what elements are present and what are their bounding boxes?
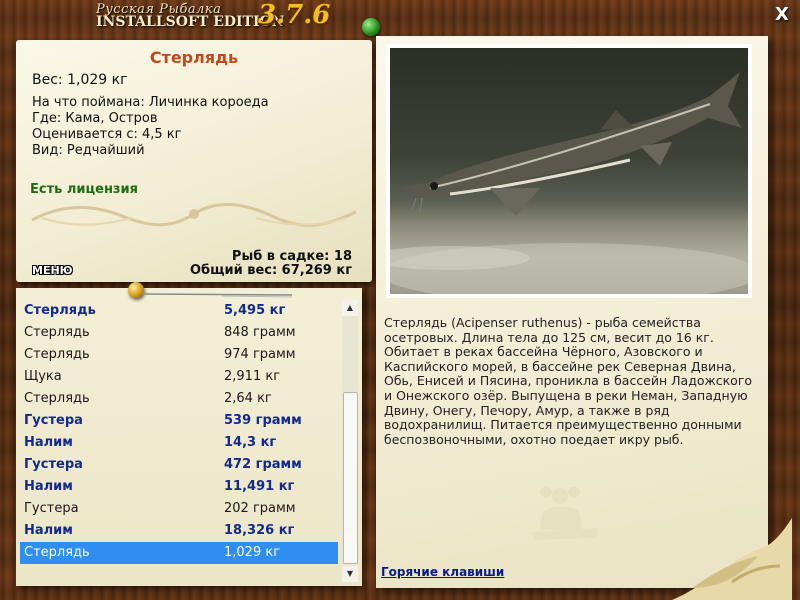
version-label: 3.7.6 bbox=[258, 0, 331, 30]
list-scrollbar[interactable]: ▲ ▼ bbox=[342, 300, 358, 582]
license-status: Есть лицензия bbox=[30, 182, 138, 197]
catch-row-name: Налим bbox=[24, 435, 73, 450]
catch-row-name: Стерлядь bbox=[24, 303, 96, 318]
hotkeys-link[interactable]: Горячие клавиши bbox=[381, 565, 504, 579]
catch-list-row[interactable]: Щука 2,911 кг bbox=[20, 366, 338, 388]
catch-list: Стерлядь 5,495 кг Стерлядь 848 грамм Стерляд… bbox=[20, 300, 338, 564]
close-button[interactable]: X bbox=[772, 5, 792, 25]
catch-row-weight: 848 грамм bbox=[224, 325, 296, 340]
catch-list-row[interactable]: Густера 539 грамм bbox=[20, 410, 338, 432]
scroll-down-arrow-icon[interactable]: ▼ bbox=[342, 566, 358, 582]
fish-details: На что поймана: Личинка короеда Где: Кам… bbox=[32, 95, 269, 159]
catch-row-name: Густера bbox=[24, 501, 79, 516]
fish-bait: На что поймана: Личинка короеда bbox=[32, 95, 269, 110]
catch-list-row[interactable]: Густера 472 грамм bbox=[20, 454, 338, 476]
page-curl-ornament bbox=[672, 518, 792, 600]
catch-row-weight: 974 грамм bbox=[224, 347, 296, 362]
ornament-divider bbox=[31, 203, 357, 227]
catch-row-name: Густера bbox=[24, 457, 83, 472]
game-title: Русская Рыбалка INSTALLSOFT EDITION bbox=[96, 2, 285, 30]
catch-list-row[interactable]: Стерлядь 2,64 кг bbox=[20, 388, 338, 410]
catch-list-row[interactable]: Стерлядь 974 грамм bbox=[20, 344, 338, 366]
catch-row-weight: 18,326 кг bbox=[224, 523, 295, 538]
fish-rarity: Вид: Редчайший bbox=[32, 143, 145, 158]
game-title-line2: INSTALLSOFT EDITION bbox=[96, 14, 285, 30]
catch-row-name: Густера bbox=[24, 413, 83, 428]
catch-list-row[interactable]: Густера 202 грамм bbox=[20, 498, 338, 520]
catch-row-name: Налим bbox=[24, 479, 73, 494]
catch-list-row[interactable]: Стерлядь 848 грамм bbox=[20, 322, 338, 344]
catch-list-row[interactable]: Стерлядь 1,029 кг bbox=[20, 542, 338, 564]
sterlet-fish-illustration bbox=[390, 72, 748, 294]
fish-rated-from: Оценивается с: 4,5 кг bbox=[32, 127, 182, 142]
green-pin-icon bbox=[362, 18, 380, 36]
fish-weight: Вес: 1,029 кг bbox=[32, 72, 128, 88]
menu-button[interactable]: МЕНЮ bbox=[32, 264, 73, 277]
needle-icon bbox=[142, 293, 292, 298]
fish-info-card: Стерлядь Вес: 1,029 кг На что поймана: Л… bbox=[16, 40, 372, 282]
catch-list-row[interactable]: Налим 18,326 кг bbox=[20, 520, 338, 542]
catch-row-name: Стерлядь bbox=[24, 545, 90, 560]
fish-photo bbox=[386, 44, 752, 298]
catch-row-weight: 11,491 кг bbox=[224, 479, 295, 494]
catch-row-weight: 472 грамм bbox=[224, 457, 302, 472]
catch-row-weight: 5,495 кг bbox=[224, 303, 286, 318]
catch-stats: Рыб в садке: 18 Общий вес: 67,269 кг bbox=[190, 250, 352, 278]
catch-row-weight: 1,029 кг bbox=[224, 545, 281, 560]
catch-row-name: Щука bbox=[24, 369, 62, 384]
catch-list-panel: Стерлядь 5,495 кг Стерлядь 848 грамм Стерляд… bbox=[16, 288, 362, 586]
scroll-up-arrow-icon[interactable]: ▲ bbox=[342, 300, 358, 316]
fish-name-title: Стерлядь bbox=[149, 48, 239, 67]
catch-list-row[interactable]: Налим 14,3 кг bbox=[20, 432, 338, 454]
catch-list-row[interactable]: Налим 11,491 кг bbox=[20, 476, 338, 498]
fish-location: Где: Кама, Остров bbox=[32, 111, 158, 126]
fish-description-text: Стерлядь (Acipenser ruthenus) - рыба сем… bbox=[384, 315, 753, 447]
catch-row-name: Стерлядь bbox=[24, 347, 90, 362]
scroll-thumb[interactable] bbox=[343, 392, 358, 564]
catch-row-name: Налим bbox=[24, 523, 73, 538]
catch-row-weight: 14,3 кг bbox=[224, 435, 277, 450]
catch-row-weight: 2,911 кг bbox=[224, 369, 281, 384]
catch-row-name: Стерлядь bbox=[24, 325, 90, 340]
total-weight: Общий вес: 67,269 кг bbox=[189, 263, 352, 278]
catch-row-weight: 539 грамм bbox=[224, 413, 302, 428]
catch-row-name: Стерлядь bbox=[24, 391, 90, 406]
catch-list-row[interactable]: Стерлядь 5,495 кг bbox=[20, 300, 338, 322]
catch-row-weight: 202 грамм bbox=[224, 501, 296, 516]
fish-count: Рыб в садке: 18 bbox=[231, 249, 352, 264]
fisherman-silhouette-icon bbox=[532, 487, 598, 540]
catch-row-weight: 2,64 кг bbox=[224, 391, 272, 406]
